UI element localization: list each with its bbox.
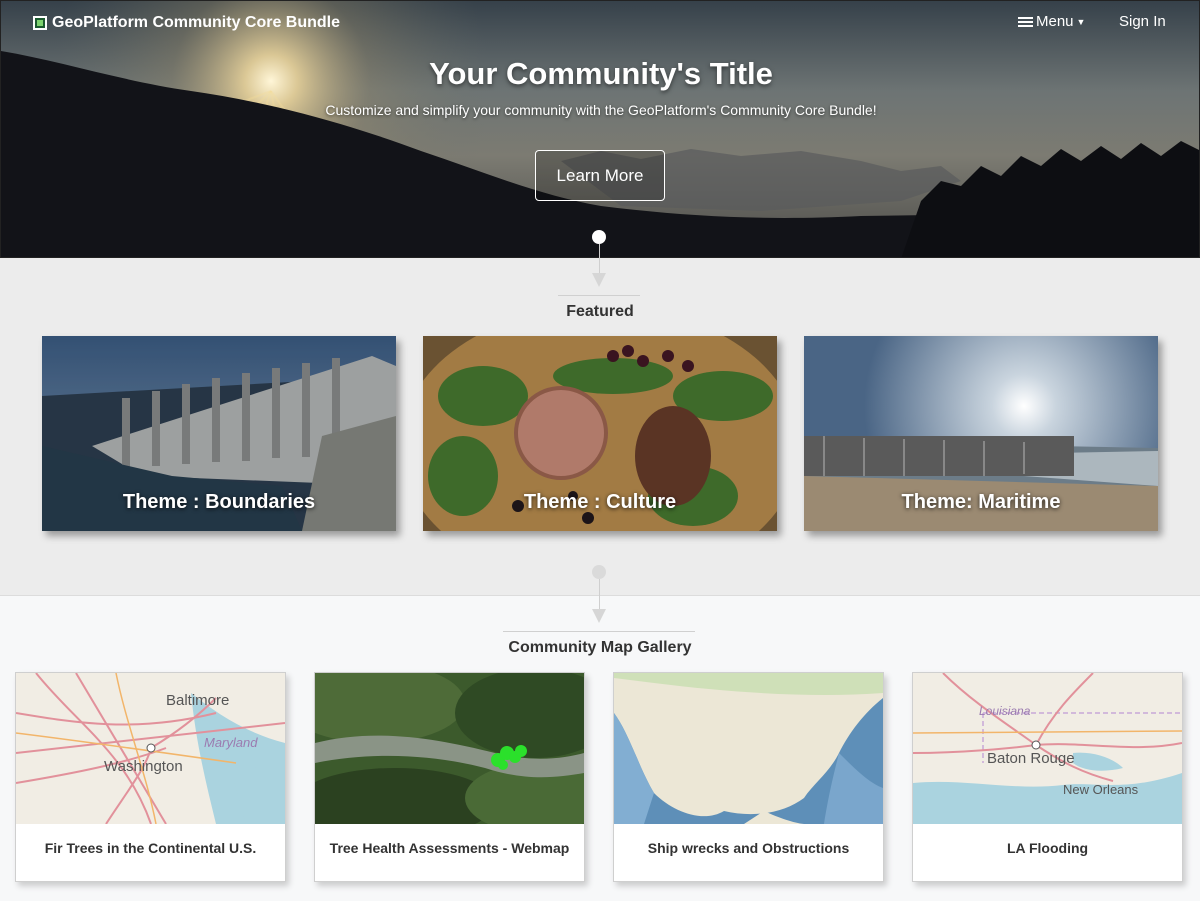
- featured-card-label: Theme : Culture: [523, 491, 677, 513]
- map-label: Louisiana: [979, 704, 1031, 718]
- hero-background-image: [1, 1, 1199, 257]
- hamburger-icon: [1018, 15, 1033, 29]
- hero-subtitle: Customize and simplify your community wi…: [325, 102, 877, 118]
- featured-card-culture[interactable]: Theme : Culture: [423, 336, 777, 531]
- divider: [503, 631, 695, 632]
- menu-label: Menu: [1036, 13, 1074, 30]
- map-label: Baton Rouge: [987, 750, 1075, 767]
- featured-card-label: Theme : Boundaries: [122, 491, 316, 513]
- map-card-title: Tree Health Assessments - Webmap: [329, 840, 570, 856]
- page-title: Your Community's Title: [429, 56, 773, 91]
- map-card-title: Ship wrecks and Obstructions: [647, 840, 850, 856]
- map-thumbnail: Baltimore Maryland Washington: [16, 673, 285, 824]
- map-thumbnail: [614, 673, 883, 824]
- featured-card-boundaries[interactable]: Theme : Boundaries: [42, 336, 396, 531]
- square-logo-icon: [33, 16, 47, 30]
- map-card-fir-trees[interactable]: Baltimore Maryland Washington Fir Trees …: [15, 672, 286, 882]
- featured-card-maritime[interactable]: Theme: Maritime: [804, 336, 1158, 531]
- map-label: New Orleans: [1063, 782, 1139, 797]
- brand-link[interactable]: GeoPlatform Community Core Bundle: [33, 14, 340, 32]
- brand-name: GeoPlatform Community Core Bundle: [52, 14, 341, 31]
- map-card-title: LA Flooding: [1006, 840, 1089, 856]
- divider: [558, 295, 640, 296]
- connector-line: [599, 579, 600, 609]
- menu-dropdown-button[interactable]: Menu ▼: [1018, 13, 1085, 30]
- scroll-indicator-dot: [592, 565, 606, 579]
- map-label: Baltimore: [166, 692, 229, 709]
- caret-down-icon: ▼: [1076, 16, 1086, 27]
- map-label: Maryland: [204, 735, 258, 750]
- map-thumbnail: Louisiana Baton Rouge New Orleans: [913, 673, 1182, 824]
- connector-line: [599, 244, 600, 274]
- map-thumbnail: [315, 673, 584, 824]
- featured-card-label: Theme: Maritime: [901, 491, 1061, 513]
- arrow-down-icon: [592, 609, 606, 623]
- map-card-ship-wrecks[interactable]: Ship wrecks and Obstructions: [613, 672, 884, 882]
- featured-heading: Featured: [566, 303, 634, 320]
- arrow-down-icon: [592, 273, 606, 287]
- map-card-la-flooding[interactable]: Louisiana Baton Rouge New Orleans LA Flo…: [912, 672, 1183, 882]
- hero-banner: GeoPlatform Community Core Bundle Menu ▼…: [0, 0, 1200, 258]
- map-card-title: Fir Trees in the Continental U.S.: [44, 840, 257, 856]
- learn-more-button[interactable]: Learn More: [535, 150, 665, 201]
- map-card-tree-health[interactable]: Tree Health Assessments - Webmap: [314, 672, 585, 882]
- gallery-heading: Community Map Gallery: [508, 639, 692, 656]
- sign-in-link[interactable]: Sign In: [1119, 13, 1166, 30]
- scroll-indicator-dot: [592, 230, 606, 244]
- map-label: Washington: [104, 758, 183, 775]
